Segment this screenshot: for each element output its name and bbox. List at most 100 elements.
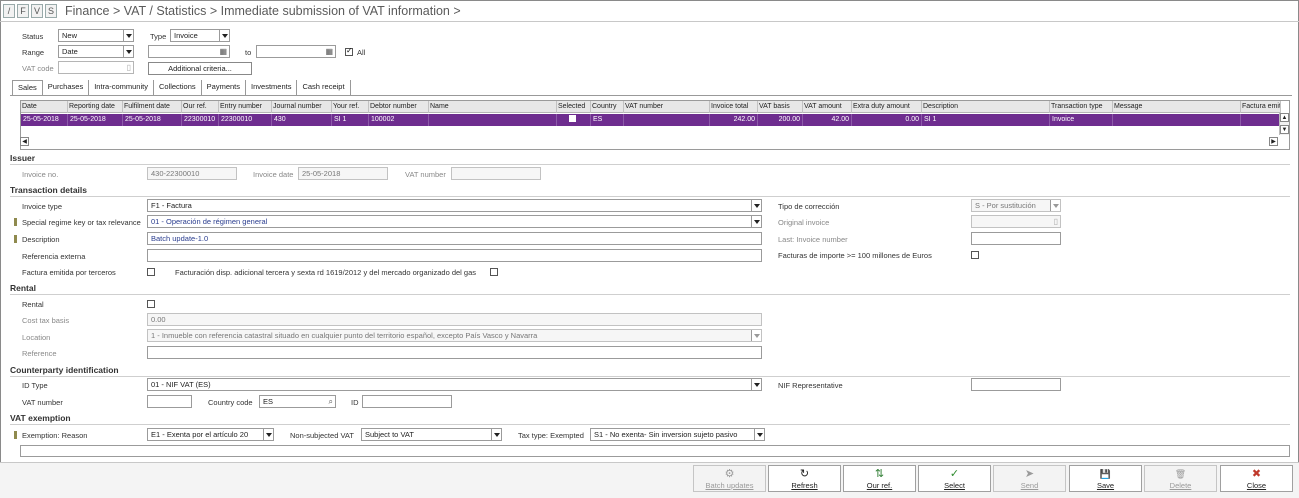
scroll-left-icon[interactable]: ◀ [20, 137, 29, 146]
settings-button[interactable]: S [45, 4, 57, 18]
nif-representative-field[interactable] [971, 378, 1061, 391]
column-header[interactable]: Extra duty amount [852, 101, 922, 113]
column-header[interactable]: VAT basis [758, 101, 803, 113]
send-button[interactable]: ➤ Send [993, 465, 1066, 492]
batch-updates-button[interactable]: ⚙ Batch updates [693, 465, 766, 492]
our-ref-button[interactable]: ⇅ Our ref. [843, 465, 916, 492]
message-bar [20, 445, 1290, 457]
tab-investments[interactable]: Investments [246, 80, 298, 95]
close-label: Close [1246, 480, 1267, 490]
required-marker [14, 235, 17, 243]
cell-selected[interactable] [557, 114, 591, 126]
cell-date: 25-05-2018 [21, 114, 68, 126]
column-header[interactable]: Journal number [272, 101, 332, 113]
favorites-button[interactable]: F [17, 4, 29, 18]
tab-intra-community[interactable]: Intra-community [89, 80, 154, 95]
scroll-right-icon[interactable]: ▶ [1269, 137, 1278, 146]
scroll-up-icon[interactable]: ▲ [1280, 113, 1289, 122]
column-header[interactable]: Our ref. [182, 101, 219, 113]
refresh-button[interactable]: ↻ Refresh [768, 465, 841, 492]
chevron-down-icon [123, 30, 133, 41]
vertical-scrollbar[interactable]: ▲ ▼ [1279, 113, 1289, 135]
column-header[interactable]: Fulfilment date [123, 101, 182, 113]
invoice-type-select[interactable]: F1 - Factura [147, 199, 762, 212]
column-header[interactable]: Debtor number [369, 101, 429, 113]
column-header[interactable]: VAT amount [803, 101, 852, 113]
range-select[interactable]: Date [58, 45, 134, 58]
tax-type-select[interactable]: S1 - No exenta- Sin inversion sujeto pas… [590, 428, 765, 441]
column-header[interactable]: VAT number [624, 101, 710, 113]
search-icon[interactable]: ⌕ [329, 396, 333, 407]
tipo-correccion-value: S - Por sustitución [975, 201, 1036, 210]
cell-debtor-number: 100002 [369, 114, 429, 126]
row-select-checkbox[interactable] [569, 115, 576, 122]
column-header[interactable]: Message [1113, 101, 1241, 113]
column-header[interactable]: Country [591, 101, 624, 113]
description-field[interactable]: Batch update-1.0 [147, 232, 762, 245]
cell-extra-duty: 0.00 [852, 114, 922, 126]
column-header[interactable]: Name [429, 101, 557, 113]
table-row[interactable]: 25-05-2018 25-05-2018 25-05-2018 2230001… [21, 114, 1281, 126]
delete-button[interactable]: 🗑 Delete [1144, 465, 1217, 492]
additional-criteria-button[interactable]: Additional criteria... [148, 62, 252, 75]
column-header[interactable]: Entry number [219, 101, 272, 113]
last-invoice-field[interactable] [971, 232, 1061, 245]
horizontal-scrollbar[interactable]: ◀ ▶ [20, 137, 1280, 147]
issuer-section-title: Issuer [10, 153, 36, 163]
cell-transaction-type: Invoice [1050, 114, 1113, 126]
tab-purchases[interactable]: Purchases [43, 80, 90, 95]
range-from-field[interactable]: ▦ [148, 45, 230, 58]
cell-description: SI 1 [922, 114, 1050, 126]
facturacion-disp-checkbox[interactable] [490, 268, 498, 276]
non-subjected-vat-select[interactable]: Subject to VAT [361, 428, 502, 441]
tab-collections[interactable]: Collections [154, 80, 202, 95]
country-code-field[interactable]: ES ⌕ [259, 395, 336, 408]
invoice-date-label: Invoice date [253, 170, 294, 179]
id-type-select[interactable]: 01 - NIF VAT (ES) [147, 378, 762, 391]
tab-sales[interactable]: Sales [12, 80, 43, 95]
batch-updates-label: Batch updates [705, 480, 754, 490]
tab-cash-receipt[interactable]: Cash receipt [297, 80, 351, 95]
column-header[interactable]: Factura emitid [1241, 101, 1281, 113]
tab-payments[interactable]: Payments [202, 80, 247, 95]
id-field[interactable] [362, 395, 452, 408]
view-button[interactable]: V [31, 4, 43, 18]
id-type-label: ID Type [22, 381, 48, 390]
column-header[interactable]: Transaction type [1050, 101, 1113, 113]
location-value: 1 - Inmueble con referencia catastral si… [151, 331, 538, 340]
factura-terceros-checkbox[interactable] [147, 268, 155, 276]
status-select[interactable]: New [58, 29, 134, 42]
calendar-icon[interactable]: ▦ [219, 46, 227, 57]
facturas-importe-checkbox[interactable] [971, 251, 979, 259]
slash-button[interactable]: / [3, 4, 15, 18]
column-header[interactable]: Reporting date [68, 101, 123, 113]
save-button[interactable]: 💾 Save [1069, 465, 1142, 492]
close-button[interactable]: ✖ Close [1220, 465, 1293, 492]
breadcrumb[interactable]: Finance > VAT / Statistics > Immediate s… [65, 4, 461, 18]
referencia-externa-field[interactable] [147, 249, 762, 262]
type-select[interactable]: Invoice [170, 29, 230, 42]
column-header[interactable]: Selected [557, 101, 591, 113]
cell-journal-number: 430 [272, 114, 332, 126]
column-header[interactable]: Your ref. [332, 101, 369, 113]
chevron-down-icon [751, 200, 761, 211]
reference-field[interactable] [147, 346, 762, 359]
exemption-reason-select[interactable]: E1 - Exenta por el artículo 20 [147, 428, 274, 441]
scroll-down-icon[interactable]: ▼ [1280, 125, 1289, 134]
rental-checkbox[interactable] [147, 300, 155, 308]
location-select: 1 - Inmueble con referencia catastral si… [147, 329, 762, 342]
vat-code-field[interactable]: ▯ [58, 61, 134, 74]
special-regime-select[interactable]: 01 - Operación de régimen general [147, 215, 762, 228]
range-to-field[interactable]: ▦ [256, 45, 336, 58]
nif-representative-label: NIF Representative [778, 381, 843, 390]
column-header[interactable]: Date [21, 101, 68, 113]
column-header[interactable]: Invoice total [710, 101, 758, 113]
calendar-icon[interactable]: ▦ [325, 46, 333, 57]
tax-type-label: Tax type: Exempted [518, 431, 584, 440]
counterparty-vat-number-field[interactable] [147, 395, 192, 408]
column-header[interactable]: Description [922, 101, 1050, 113]
non-subjected-vat-value: Subject to VAT [365, 430, 414, 439]
select-button[interactable]: ✓ Select [918, 465, 991, 492]
cost-tax-basis-field: 0.00 [147, 313, 762, 326]
all-checkbox[interactable] [345, 46, 353, 56]
